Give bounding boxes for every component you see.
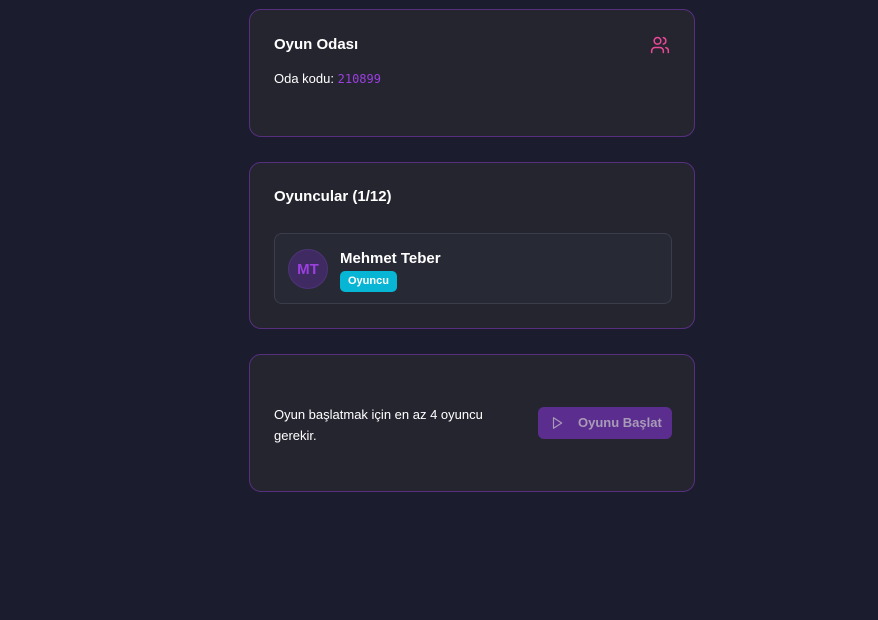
player-name: Mehmet Teber [340, 250, 441, 267]
start-card: Oyun başlatmak için en az 4 oyuncu gerek… [249, 354, 695, 492]
start-game-label: Oyunu Başlat [578, 415, 662, 430]
player-list-item: MT Mehmet Teber Oyuncu [274, 233, 672, 304]
room-card: Oyun Odası Oda kodu: 210899 [249, 9, 695, 137]
room-code-value[interactable]: 210899 [338, 72, 381, 86]
users-icon [650, 36, 670, 54]
room-code: Oda kodu: 210899 [274, 71, 381, 86]
avatar: MT [288, 249, 328, 289]
start-hint: Oyun başlatmak için en az 4 oyuncu gerek… [274, 407, 483, 443]
play-icon [552, 417, 563, 429]
role-badge: Oyuncu [340, 271, 397, 292]
players-card: Oyuncular (1/12) MT Mehmet Teber Oyuncu [249, 162, 695, 329]
start-game-button[interactable]: Oyunu Başlat [538, 407, 672, 439]
room-title: Oyun Odası [274, 36, 359, 53]
players-title: Oyuncular (1/12) [274, 188, 392, 205]
room-code-label: Oda kodu: [274, 71, 334, 86]
